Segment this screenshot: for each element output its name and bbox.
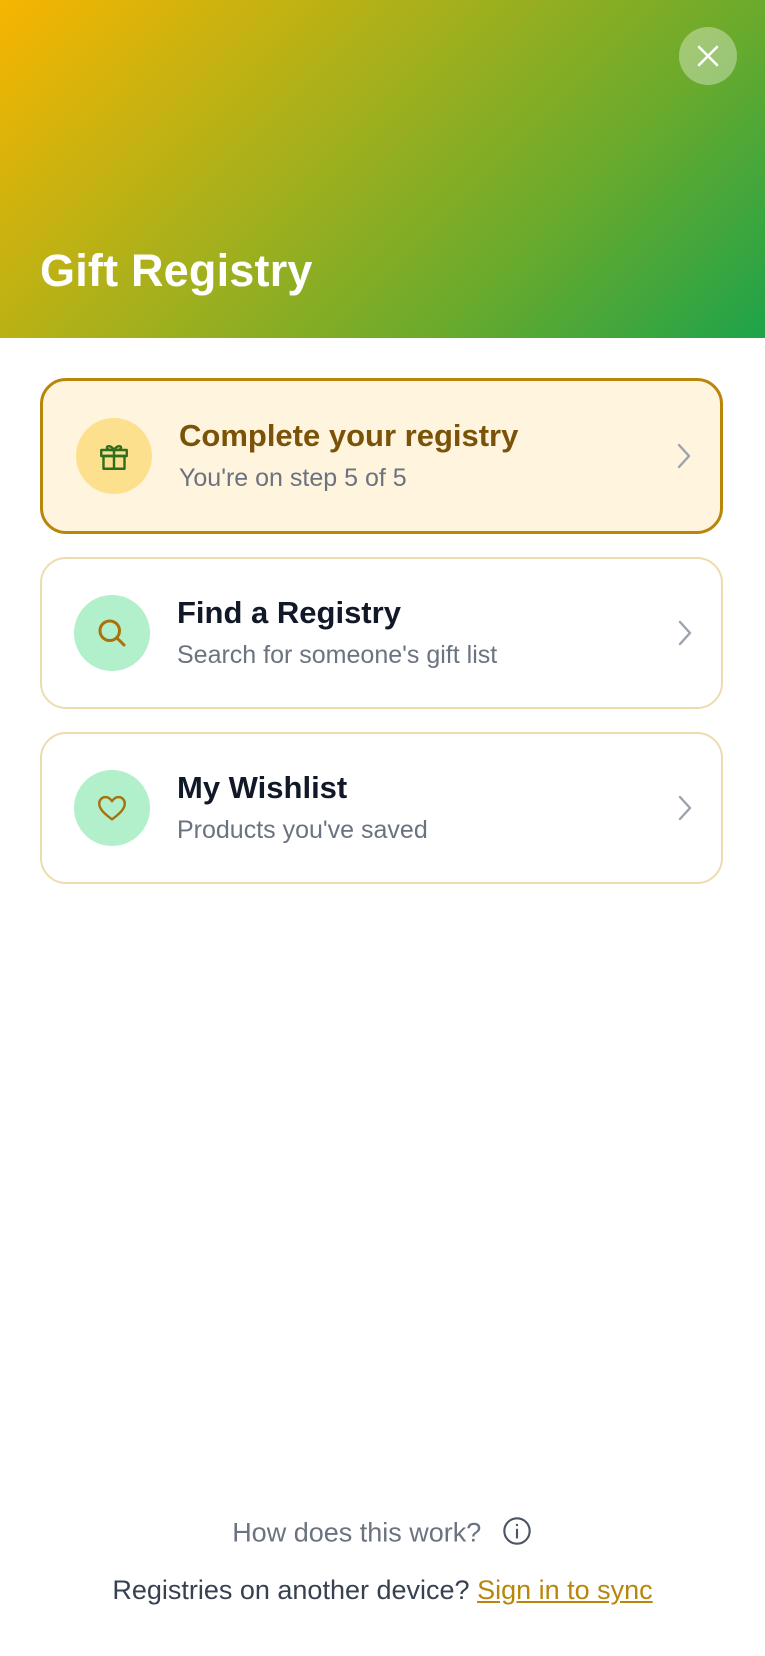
help-row: How does this work? [0,1515,765,1554]
close-button[interactable] [679,27,737,85]
heart-icon-badge [74,770,150,846]
card-subtitle: Products you've saved [177,816,428,844]
gift-icon [100,444,128,470]
complete-registry-card[interactable]: Complete your registry You're on step 5 … [40,378,723,534]
page-title: Gift Registry [40,245,313,296]
heart-icon [98,795,126,821]
card-subtitle: Search for someone's gift list [177,641,498,669]
find-registry-card[interactable]: Find a Registry Search for someone's gif… [40,557,723,709]
close-icon [697,45,719,67]
search-icon-badge [74,595,150,671]
help-text[interactable]: How does this work? [232,1518,481,1548]
card-title: Complete your registry [179,418,519,453]
chevron-right-icon [677,443,691,469]
gift-icon-badge [76,418,152,494]
header-banner: Gift Registry [0,0,765,338]
sign-in-link[interactable]: Sign in to sync [477,1575,653,1605]
info-button[interactable] [501,1515,533,1554]
sync-prompt: Registries on another device? [112,1575,470,1605]
card-subtitle: You're on step 5 of 5 [179,464,407,492]
card-title: My Wishlist [177,770,348,805]
gift-registry-panel: Gift Registry Complete your registry You… [0,0,765,1656]
my-wishlist-card[interactable]: My Wishlist Products you've saved [40,732,723,884]
chevron-right-icon [678,620,692,646]
info-icon [503,1517,531,1545]
search-icon [98,619,126,647]
sync-row: Registries on another device? Sign in to… [0,1575,765,1606]
card-title: Find a Registry [177,595,401,630]
chevron-right-icon [678,795,692,821]
